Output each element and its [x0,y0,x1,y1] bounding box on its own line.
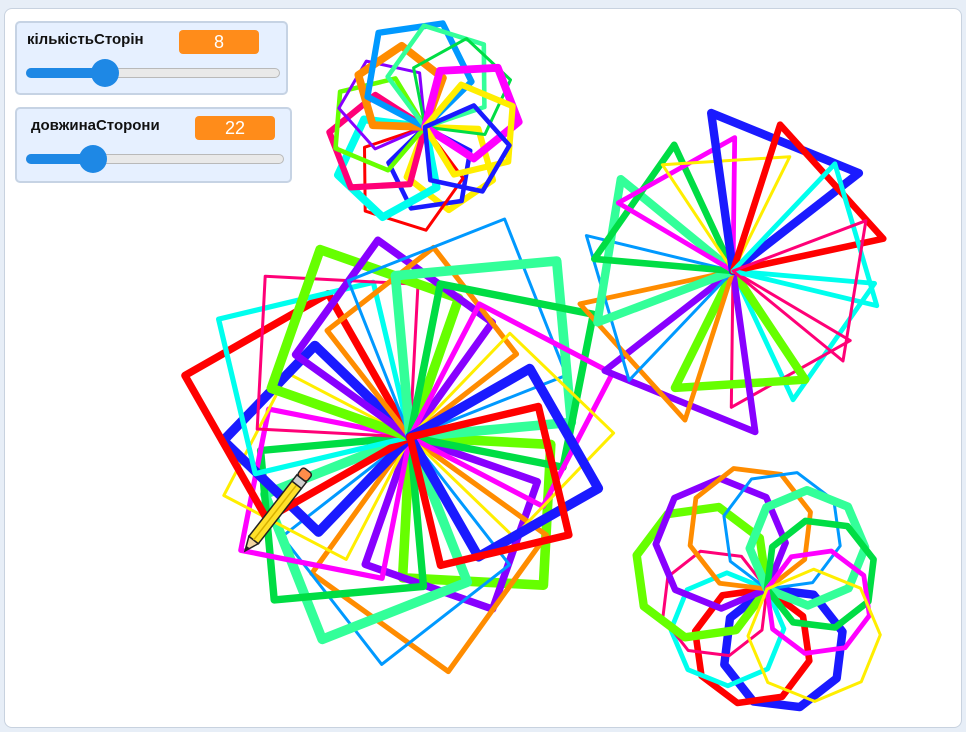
monitor-value: 22 [195,116,275,140]
side-count-slider[interactable] [26,59,280,87]
drawn-shape [731,219,868,363]
slider-thumb[interactable] [79,145,108,173]
stage[interactable]: кількістьСторін 8 довжинаСторони 22 [4,8,962,728]
octagons-rosette [632,466,882,712]
monitor-value: 8 [179,30,259,54]
monitor-label: довжинаСторони [31,117,160,134]
drawn-shape [746,567,882,703]
slider-thumb[interactable] [90,59,119,87]
monitor-side-length[interactable]: довжинаСторони 22 [15,107,292,183]
squares-rosette [181,217,616,675]
monitor-label: кількістьСторін [27,31,144,48]
triangles-rosette [577,108,887,436]
side-length-slider[interactable] [26,145,284,173]
monitor-side-count[interactable]: кількістьСторін 8 [15,21,288,95]
pentagons-rosette [326,20,523,232]
